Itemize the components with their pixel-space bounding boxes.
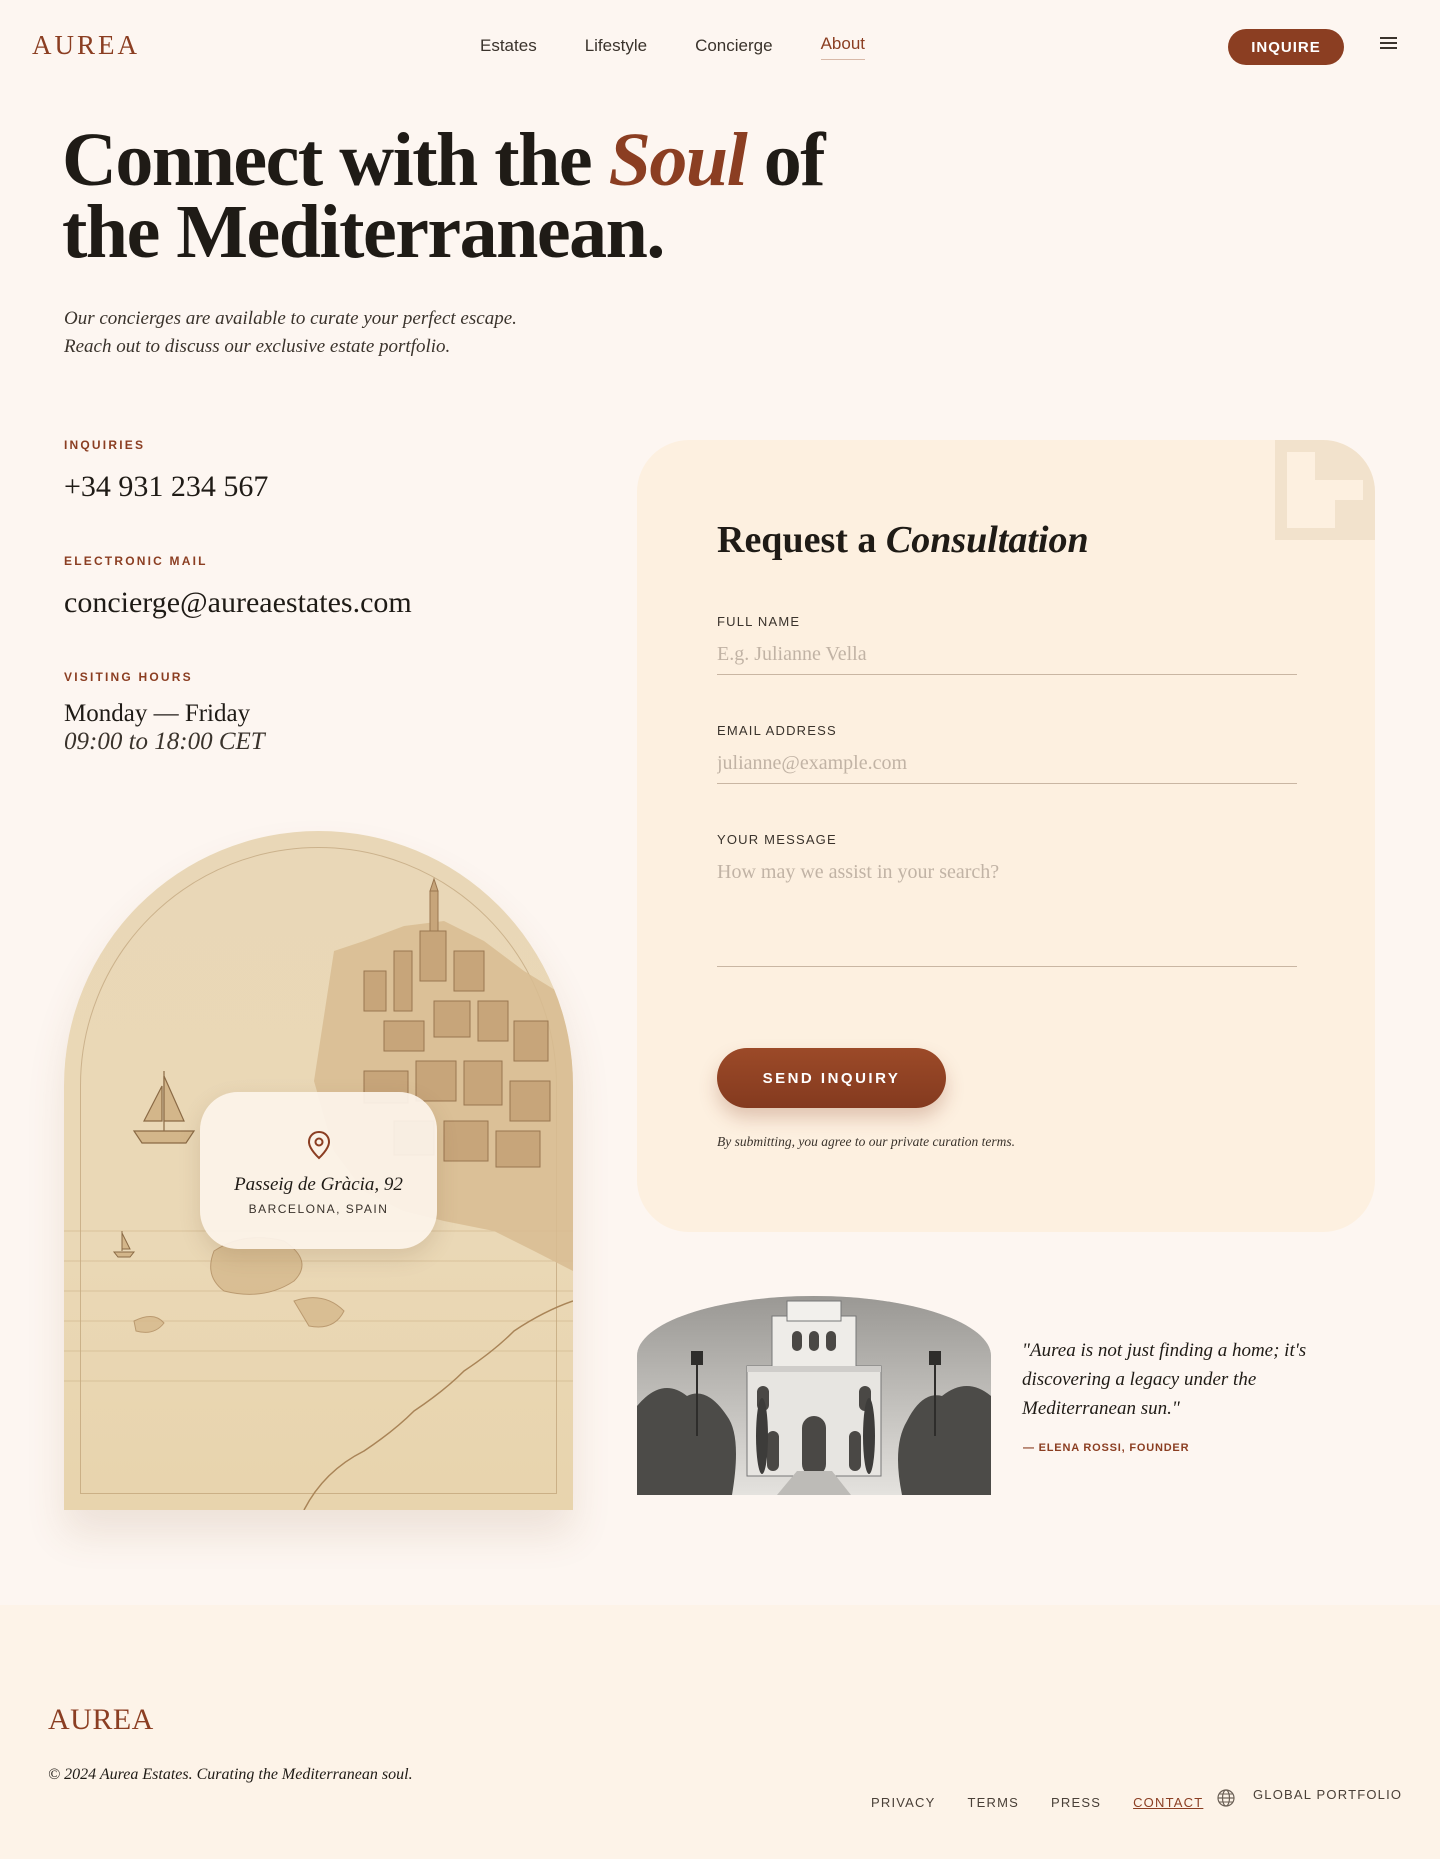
globe-icon[interactable] [1216,1788,1236,1808]
main-nav: Estates Lifestyle Concierge About [480,34,913,62]
hours-block: VISITING HOURS Monday — Friday 09:00 to … [64,670,265,756]
hours-label: VISITING HOURS [64,670,193,684]
nav-estates[interactable]: Estates [480,36,537,62]
footer-link-privacy[interactable]: PRIVACY [871,1795,936,1810]
hero-subtitle: Our concierges are available to curate y… [64,305,664,361]
phone-number[interactable]: +34 931 234 567 [64,470,268,504]
email-field-group: EMAIL ADDRESS [717,723,1297,784]
global-portfolio-link[interactable]: GLOBAL PORTFOLIO [1253,1787,1402,1802]
villa-photo [637,1296,991,1495]
email-block: ELECTRONIC MAIL concierge@aureaestates.c… [64,554,412,620]
inquire-button[interactable]: INQUIRE [1228,29,1344,65]
form-title-emphasis: Consultation [885,519,1089,561]
site-footer: AUREA © 2024 Aurea Estates. Curating the… [0,1605,1440,1859]
hero-title: Connect with the Soul of the Mediterrane… [62,122,862,270]
consultation-form-card: Request a Consultation FULL NAME EMAIL A… [637,440,1375,1232]
form-title: Request a Consultation [717,518,1089,562]
site-header: AUREA Estates Lifestyle Concierge About … [0,0,1440,94]
send-inquiry-button[interactable]: SEND INQUIRY [717,1048,946,1108]
footer-link-press[interactable]: PRESS [1051,1795,1101,1810]
footer-link-terms[interactable]: TERMS [968,1795,1020,1810]
form-title-part1: Request a [717,519,886,561]
terms-notice: By submitting, you agree to our private … [717,1134,1015,1149]
testimonial-author: — ELENA ROSSI, FOUNDER [1023,1442,1190,1454]
full-name-input[interactable] [717,629,1297,675]
footer-copyright: © 2024 Aurea Estates. Curating the Medit… [48,1766,413,1783]
message-field-group: YOUR MESSAGE [717,832,1297,967]
corner-ornament-icon [1275,440,1375,540]
nav-lifestyle[interactable]: Lifestyle [585,36,647,62]
site-logo[interactable]: AUREA [32,30,140,61]
hours-days: Monday — Friday [64,700,251,727]
hours-time: 09:00 to 18:00 CET [64,728,265,755]
email-address[interactable]: concierge@aureaestates.com [64,586,412,620]
nav-concierge[interactable]: Concierge [695,36,773,62]
footer-link-contact[interactable]: CONTACT [1133,1795,1203,1810]
your-message-textarea[interactable] [717,847,1297,967]
villa-drawing [637,1296,991,1495]
footer-links: PRIVACY TERMS PRESS CONTACT [871,1795,1235,1810]
footer-logo[interactable]: AUREA [48,1703,154,1737]
location-card: Passeig de Gràcia, 92 BARCELONA, SPAIN [200,1092,437,1249]
full-name-field-group: FULL NAME [717,614,1297,675]
email-label: ELECTRONIC MAIL [64,554,208,568]
location-city: BARCELONA, SPAIN [248,1202,389,1216]
map-pin-icon [200,1130,437,1164]
email-address-input[interactable] [717,738,1297,784]
hero-subtitle-line1: Our concierges are available to curate y… [64,308,517,329]
inquiries-block: INQUIRIES +34 931 234 567 [64,438,268,504]
testimonial-quote: "Aurea is not just finding a home; it's … [1022,1340,1307,1419]
your-message-label: YOUR MESSAGE [717,832,837,847]
inquiries-label: INQUIRIES [64,438,146,452]
email-address-label: EMAIL ADDRESS [717,723,837,738]
nav-about[interactable]: About [820,34,866,60]
hero-subtitle-line2: Reach out to discuss our exclusive estat… [64,336,451,357]
location-street: Passeig de Gràcia, 92 [234,1174,403,1195]
full-name-label: FULL NAME [717,614,801,629]
hamburger-menu-icon[interactable] [1380,37,1397,50]
